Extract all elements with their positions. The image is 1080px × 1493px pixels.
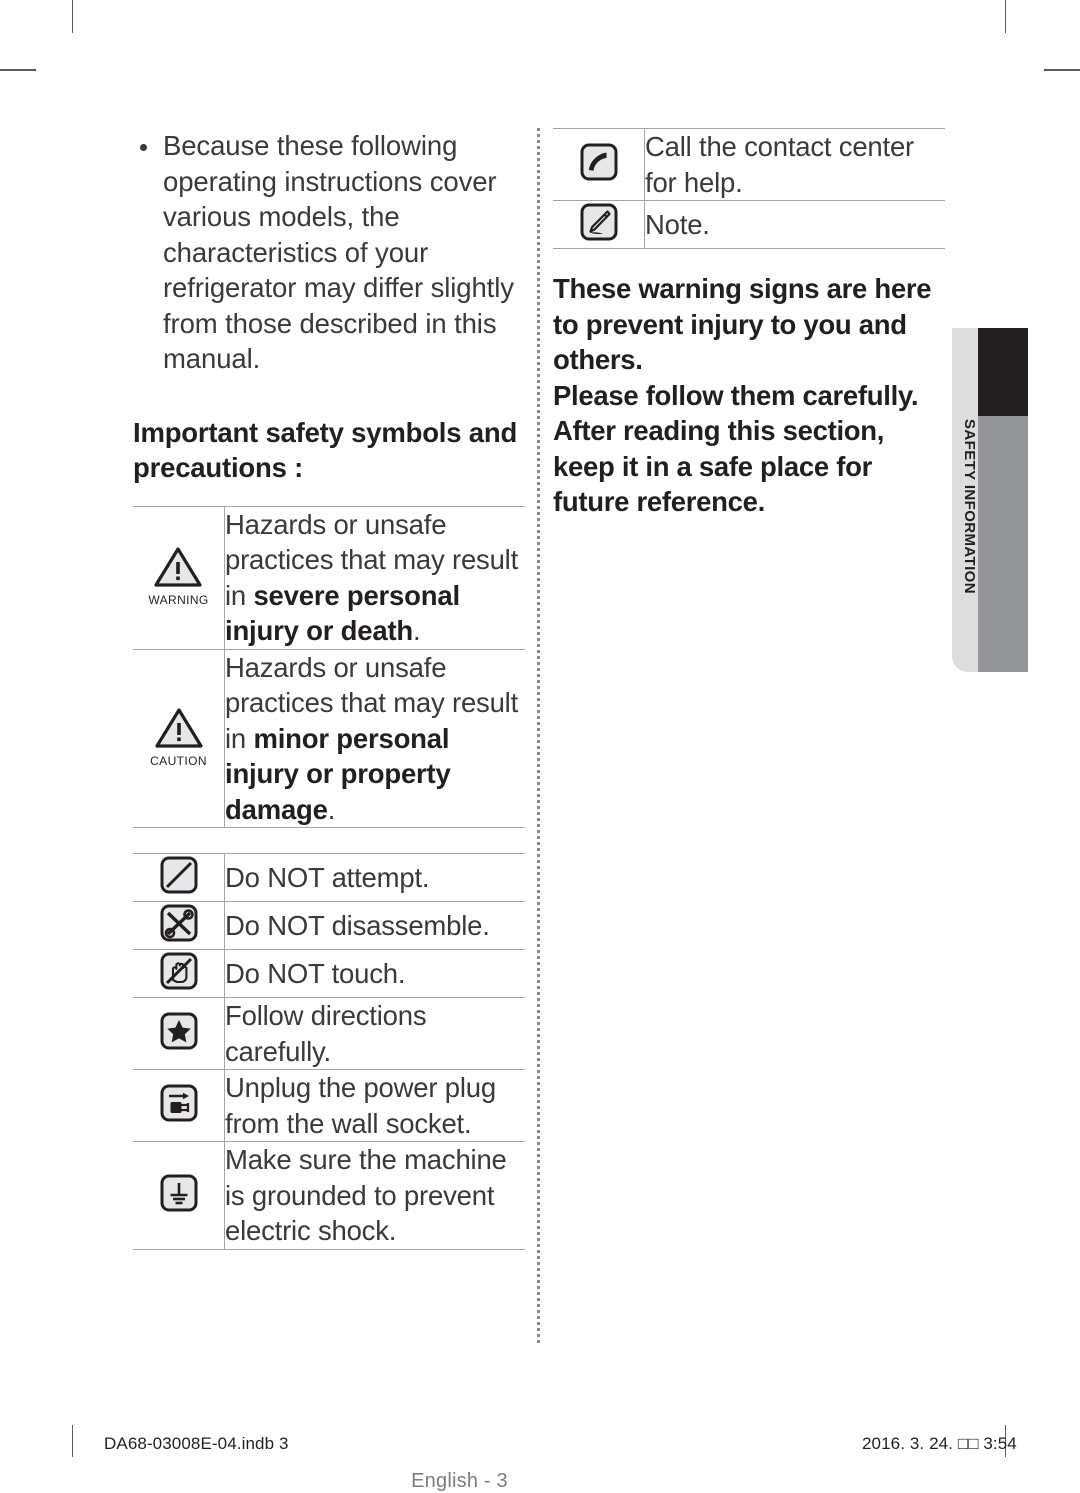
warning-text-bold: severe personal injury or death — [225, 579, 460, 647]
table-row: Do NOT attempt. — [133, 853, 525, 902]
do-not-disassemble-icon — [158, 902, 200, 949]
crop-mark-bottom-left-vertical — [72, 1425, 73, 1457]
notice-line: These warning signs are here to prevent … — [553, 273, 932, 375]
note-pen-icon — [578, 201, 620, 248]
table-row: Make sure the machine is grounded to pre… — [133, 1141, 525, 1250]
ground-machine-icon-cell — [133, 1141, 225, 1250]
caution-text-bold: minor personal injury or property damage — [225, 722, 451, 825]
phone-call-icon-cell — [553, 128, 645, 201]
caution-icon-cell: CAUTION — [133, 648, 225, 828]
crop-mark-top-right-vertical — [1005, 0, 1006, 33]
notice-line: Please follow them carefully. — [553, 379, 919, 411]
table-row: Note. — [553, 200, 945, 249]
ground-machine-text: Make sure the machine is grounded to pre… — [224, 1141, 525, 1250]
do-not-touch-text: Do NOT touch. — [224, 949, 525, 998]
warning-text-cell: Hazards or unsafe practices that may res… — [224, 505, 525, 649]
caution-text-cell: Hazards or unsafe practices that may res… — [224, 648, 525, 828]
phone-call-text: Call the contact center for help. — [644, 128, 945, 201]
table-row: WARNING Hazards or unsafe practices that… — [133, 505, 525, 649]
side-tab-label: SAFETY INFORMATION — [961, 418, 978, 594]
caution-text-tail: . — [327, 793, 336, 825]
column-divider — [537, 128, 540, 1343]
do-not-disassemble-icon-cell — [133, 901, 225, 950]
manual-page: Because these following operating instru… — [0, 0, 1080, 1492]
print-timestamp: 2016. 3. 24. □□ 3:54 — [862, 1434, 1017, 1453]
crop-mark-top-left-vertical — [72, 0, 73, 33]
unplug-power-icon-cell — [133, 1069, 225, 1142]
warning-text-tail: . — [413, 615, 421, 646]
notice-line: After reading this section, keep it in a… — [553, 415, 885, 517]
unplug-power-icon — [158, 1082, 200, 1129]
warning-triangle-icon: WARNING — [148, 546, 208, 606]
page-title: Important safety symbols and precautions… — [133, 416, 518, 484]
side-tab-dark-panel — [978, 328, 1028, 416]
ground-machine-icon — [158, 1172, 200, 1219]
safety-notice-block: These warning signs are here to prevent … — [553, 271, 945, 520]
do-not-touch-icon — [158, 950, 200, 997]
left-column: Because these following operating instru… — [133, 128, 525, 1492]
crop-mark-top-right-horizontal — [1044, 69, 1080, 71]
severity-symbol-table: WARNING Hazards or unsafe practices that… — [133, 505, 525, 829]
follow-directions-text: Follow directions carefully. — [224, 997, 525, 1070]
table-row: Do NOT disassemble. — [133, 901, 525, 950]
note-text: Note. — [644, 200, 945, 249]
intro-bullet-list: Because these following operating instru… — [133, 128, 525, 377]
crop-mark-top-left-horizontal — [0, 69, 36, 71]
contact-symbol-table: Call the contact center for help. Note. — [553, 128, 945, 249]
table-row: Do NOT touch. — [133, 949, 525, 998]
follow-directions-icon-cell — [133, 997, 225, 1070]
do-not-attempt-icon-cell — [133, 853, 225, 902]
instruction-symbol-table: Do NOT attempt. Do NOT disassemble. Do N… — [133, 853, 525, 1250]
right-column: Call the contact center for help. Note. — [553, 128, 945, 520]
note-pen-icon-cell — [553, 200, 645, 249]
unplug-power-text: Unplug the power plug from the wall sock… — [224, 1069, 525, 1142]
print-file-name: DA68-03008E-04.indb 3 — [104, 1434, 289, 1453]
phone-call-icon — [578, 141, 620, 188]
page-number-footer: English - 3 — [411, 1470, 508, 1492]
table-spacer — [133, 828, 525, 853]
do-not-touch-icon-cell — [133, 949, 225, 998]
side-thumb-tab: SAFETY INFORMATION — [952, 328, 1028, 672]
table-row: Unplug the power plug from the wall sock… — [133, 1069, 525, 1142]
table-row: CAUTION Hazards or unsafe practices that… — [133, 648, 525, 828]
do-not-attempt-icon — [158, 854, 200, 901]
caution-icon-label: CAUTION — [150, 753, 207, 768]
caution-triangle-icon: CAUTION — [150, 707, 207, 767]
list-item: Because these following operating instru… — [133, 128, 525, 377]
follow-directions-icon — [158, 1010, 200, 1057]
side-tab-gray-panel — [978, 416, 1028, 672]
warning-icon-cell: WARNING — [133, 505, 225, 649]
table-row: Call the contact center for help. — [553, 128, 945, 201]
do-not-attempt-text: Do NOT attempt. — [224, 853, 525, 902]
do-not-disassemble-text: Do NOT disassemble. — [224, 901, 525, 950]
table-row: Follow directions carefully. — [133, 997, 525, 1070]
warning-icon-label: WARNING — [148, 593, 209, 607]
